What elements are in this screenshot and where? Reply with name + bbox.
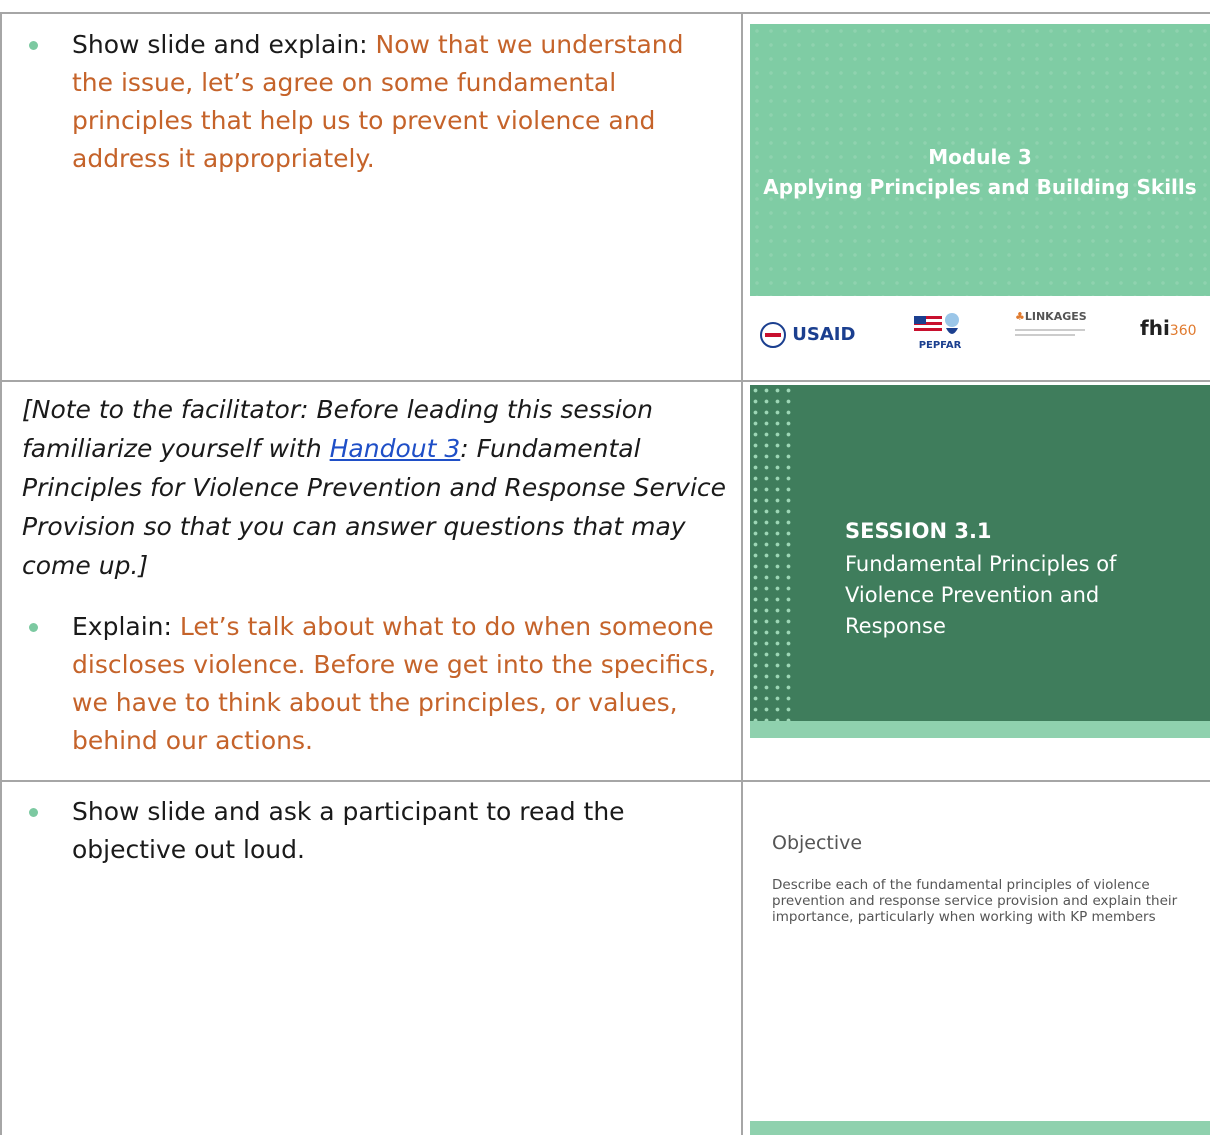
usaid-logo: USAID bbox=[760, 322, 855, 348]
handout-3-link[interactable]: Handout 3 bbox=[330, 434, 461, 463]
list-item: Show slide and explain: Now that we unde… bbox=[22, 26, 732, 178]
fhi360-logo: fhi360 bbox=[1140, 316, 1197, 340]
list-item: Show slide and ask a participant to read… bbox=[22, 793, 732, 869]
objective-body: Describe each of the fundamental princip… bbox=[772, 877, 1178, 925]
linkages-tagline-2 bbox=[1015, 334, 1075, 336]
list-item: Explain: Let’s talk about what to do whe… bbox=[22, 608, 732, 760]
facilitator-table: Show slide and explain: Now that we unde… bbox=[0, 0, 1210, 1135]
linkages-tagline bbox=[1015, 329, 1085, 331]
session-heading: SESSION 3.1 bbox=[845, 519, 992, 543]
slide-title-line-1: Module 3 bbox=[928, 145, 1032, 169]
bullet-icon bbox=[29, 41, 38, 50]
session-subtitle: Fundamental Principles of Violence Preve… bbox=[845, 552, 1117, 638]
row-divider-2 bbox=[0, 780, 1210, 782]
slide-title-line-2: Applying Principles and Building Skills bbox=[763, 175, 1197, 199]
instruction-lead: Show slide and explain: bbox=[72, 30, 376, 59]
usaid-seal-icon bbox=[760, 322, 786, 348]
row3-instructions: Show slide and ask a participant to read… bbox=[22, 793, 732, 869]
objective-title: Objective bbox=[772, 832, 863, 854]
row-divider-1 bbox=[0, 380, 1210, 382]
pepfar-wordmark: PEPFAR bbox=[918, 340, 962, 351]
logo-band: USAID PEPFAR ♣LINKAGES fhi360 bbox=[750, 296, 1210, 372]
instruction-text: Show slide and ask a participant to read… bbox=[72, 797, 625, 864]
facilitator-note: [Note to the facilitator: Before leading… bbox=[22, 390, 732, 585]
decorative-pattern-strip bbox=[750, 385, 796, 721]
bullet-icon bbox=[29, 623, 38, 632]
linkages-icon: ♣ bbox=[1015, 310, 1025, 323]
column-divider bbox=[741, 14, 743, 1135]
row1-instructions: Show slide and explain: Now that we unde… bbox=[22, 26, 732, 178]
linkages-logo: ♣LINKAGES bbox=[1015, 310, 1087, 336]
slide-footer-bar bbox=[750, 721, 1210, 738]
slide-footer-bar bbox=[750, 1121, 1210, 1135]
usaid-wordmark: USAID bbox=[792, 324, 856, 345]
row2-instructions: [Note to the facilitator: Before leading… bbox=[22, 390, 732, 760]
slide-session-3-1: SESSION 3.1 Fundamental Principles of Vi… bbox=[750, 385, 1210, 738]
slide-objective: Objective Describe each of the fundament… bbox=[750, 800, 1210, 1135]
slide-title: Module 3 Applying Principles and Buildin… bbox=[750, 142, 1210, 202]
pepfar-flag-icon bbox=[914, 313, 959, 334]
linkages-wordmark: LINKAGES bbox=[1024, 310, 1087, 323]
bullet-icon bbox=[29, 808, 38, 817]
pepfar-logo: PEPFAR bbox=[910, 310, 970, 351]
fhi-wordmark: fhi bbox=[1140, 316, 1170, 340]
table-border-left bbox=[0, 14, 2, 1135]
slide-module-3: Module 3 Applying Principles and Buildin… bbox=[750, 24, 1210, 372]
fhi-number: 360 bbox=[1169, 323, 1197, 339]
instruction-lead: Explain: bbox=[72, 612, 180, 641]
table-border-top bbox=[0, 12, 1210, 14]
